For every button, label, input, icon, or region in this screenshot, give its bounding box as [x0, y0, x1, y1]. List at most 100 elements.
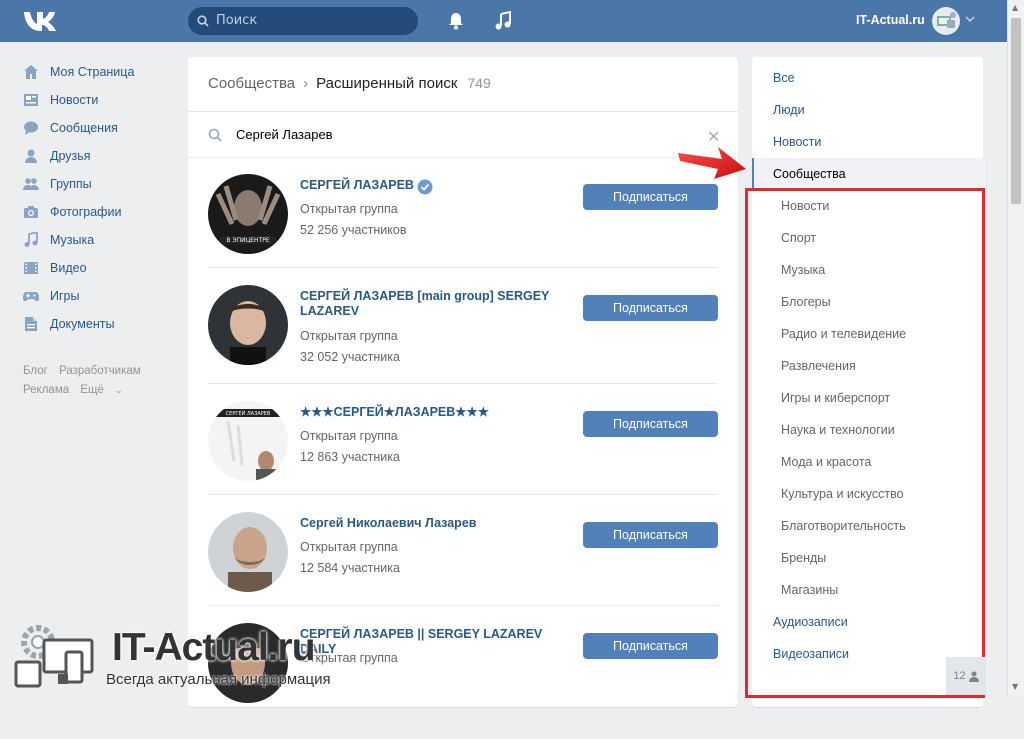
group-type: Открытая группа	[300, 202, 398, 216]
more-label: Ещё	[80, 384, 104, 396]
footer-link-ads[interactable]: Реклама	[23, 384, 69, 396]
subscribe-button[interactable]: Подписаться	[583, 184, 718, 210]
nav-item-news[interactable]: Новости	[22, 86, 182, 114]
footer-link-more[interactable]: Ещё ⌄	[80, 384, 130, 396]
left-nav: Моя Страница Новости Сообщения Друзья Гр…	[22, 58, 182, 338]
nav-item-groups[interactable]: Группы	[22, 170, 182, 198]
menu-item-people[interactable]: Люди	[773, 103, 805, 117]
red-arrow-icon	[678, 147, 746, 179]
footer-link-blog[interactable]: Блог	[23, 365, 48, 377]
groups-icon	[22, 176, 39, 193]
gear-logo-icon	[14, 625, 94, 688]
nav-item-photos[interactable]: Фотографии	[22, 198, 182, 226]
search-box[interactable]: Поиск	[188, 7, 418, 35]
scroll-up-icon[interactable]: ▲	[1012, 3, 1018, 12]
footer-links: Блог Разработчикам Реклама Ещё ⌄	[23, 362, 183, 400]
nav-label: Группы	[50, 177, 92, 191]
scrollbar-thumb[interactable]	[1011, 18, 1021, 204]
divider	[208, 267, 718, 268]
breadcrumb-separator-icon: ›	[303, 75, 309, 92]
member-count: 12 584 участника	[300, 561, 400, 575]
nav-item-messages[interactable]: Сообщения	[22, 114, 182, 142]
nav-item-friends[interactable]: Друзья	[22, 142, 182, 170]
breadcrumb: Сообщества › Расширенный поиск 749	[208, 75, 491, 92]
nav-item-video[interactable]: Видео	[22, 254, 182, 282]
gamepad-icon	[22, 288, 39, 305]
page-title: Расширенный поиск	[316, 75, 458, 92]
member-count: 52 256 участников	[300, 223, 407, 237]
svg-text:СЕРГЕЙ ЛАЗАРЕВ: СЕРГЕЙ ЛАЗАРЕВ	[226, 410, 271, 417]
nav-label: Документы	[50, 317, 115, 331]
nav-label: Новости	[50, 93, 99, 107]
avatar[interactable]	[932, 7, 960, 35]
nav-label: Фотографии	[50, 205, 122, 219]
vk-logo-icon[interactable]	[22, 9, 58, 33]
document-icon	[22, 316, 39, 333]
group-name[interactable]: Сергей Николаевич Лазарев	[300, 516, 580, 531]
search-results-panel: Сообщества › Расширенный поиск 749 Сергей Л…	[188, 57, 738, 707]
subscribe-button[interactable]: Подписаться	[583, 295, 718, 321]
breadcrumb-communities[interactable]: Сообщества	[208, 75, 295, 92]
messages-icon	[22, 120, 39, 137]
divider	[208, 605, 718, 606]
group-name[interactable]: СЕРГЕЙ ЛАЗАРЕВ [main group] SERGEY LAZAR…	[300, 289, 580, 319]
friends-icon	[22, 148, 39, 165]
user-name[interactable]: IT-Actual.ru	[856, 13, 925, 27]
nav-item-my-page[interactable]: Моя Страница	[22, 58, 182, 86]
person-icon	[968, 671, 979, 682]
group-avatar[interactable]	[208, 285, 288, 365]
site-watermark: IT-Actual.ru Всегда актуальная информаци…	[8, 622, 348, 696]
divider	[188, 111, 738, 112]
group-type: Открытая группа	[300, 540, 398, 554]
search-placeholder: Поиск	[216, 13, 258, 28]
scroll-down-icon[interactable]: ▼	[1012, 682, 1018, 691]
video-icon	[22, 260, 39, 277]
music-icon	[22, 232, 39, 249]
chevron-down-icon[interactable]	[965, 14, 975, 24]
top-bar: Поиск IT-Actual.ru	[0, 0, 1007, 42]
online-friends-badge[interactable]: 12	[946, 657, 986, 695]
group-type: Открытая группа	[300, 429, 398, 443]
result-row[interactable]: В ЭПИЦЕНТРЕ СЕРГЕЙ ЛАЗАРЕВ Открытая груп…	[208, 174, 718, 290]
scrollbar[interactable]: ▲ ▼	[1007, 0, 1024, 696]
watermark-title: IT-Actual.ru	[112, 626, 316, 669]
nav-label: Моя Страница	[50, 65, 135, 79]
subscribe-button[interactable]: Подписаться	[583, 522, 718, 548]
nav-label: Друзья	[50, 149, 91, 163]
menu-item-news[interactable]: Новости	[773, 135, 821, 149]
result-row[interactable]: СЕРГЕЙ ЛАЗАРЕВ [main group] SERGEY LAZAR…	[208, 285, 718, 401]
result-row[interactable]: Сергей Николаевич Лазарев Открытая групп…	[208, 512, 718, 628]
group-name[interactable]: СЕРГЕЙ ЛАЗАРЕВ	[300, 178, 580, 193]
footer-link-developers[interactable]: Разработчикам	[59, 365, 141, 377]
nav-label: Сообщения	[50, 121, 118, 135]
group-avatar[interactable]	[208, 512, 288, 592]
search-input[interactable]: Сергей Лазарев	[236, 127, 333, 142]
chevron-down-icon: ⌄	[115, 385, 123, 395]
member-count: 32 052 участника	[300, 350, 400, 364]
search-icon	[208, 128, 222, 142]
result-row[interactable]: СЕРГЕЙ ЛАЗАРЕВ ★★★СЕРГЕЙ★ЛАЗАРЕВ★★★ Откр…	[208, 401, 718, 517]
group-name[interactable]: ★★★СЕРГЕЙ★ЛАЗАРЕВ★★★	[300, 405, 580, 420]
news-icon	[22, 92, 39, 109]
online-count: 12	[953, 670, 966, 682]
watermark-subtitle: Всегда актуальная информация	[106, 671, 331, 688]
nav-label: Игры	[50, 289, 80, 303]
divider	[188, 157, 738, 158]
nav-item-games[interactable]: Игры	[22, 282, 182, 310]
bell-icon[interactable]	[446, 11, 466, 31]
result-count: 749	[467, 75, 491, 91]
svg-text:В ЭПИЦЕНТРЕ: В ЭПИЦЕНТРЕ	[226, 237, 269, 244]
search-icon	[197, 15, 209, 27]
home-icon	[22, 64, 39, 81]
group-avatar[interactable]: СЕРГЕЙ ЛАЗАРЕВ	[208, 401, 288, 481]
group-type: Открытая группа	[300, 329, 398, 343]
group-avatar[interactable]: В ЭПИЦЕНТРЕ	[208, 174, 288, 254]
nav-item-music[interactable]: Музыка	[22, 226, 182, 254]
menu-item-all[interactable]: Все	[773, 71, 795, 85]
music-note-icon[interactable]	[494, 11, 512, 31]
subscribe-button[interactable]: Подписаться	[583, 411, 718, 437]
divider	[208, 383, 718, 384]
member-count: 12 863 участника	[300, 450, 400, 464]
nav-item-documents[interactable]: Документы	[22, 310, 182, 338]
subscribe-button[interactable]: Подписаться	[583, 633, 718, 659]
